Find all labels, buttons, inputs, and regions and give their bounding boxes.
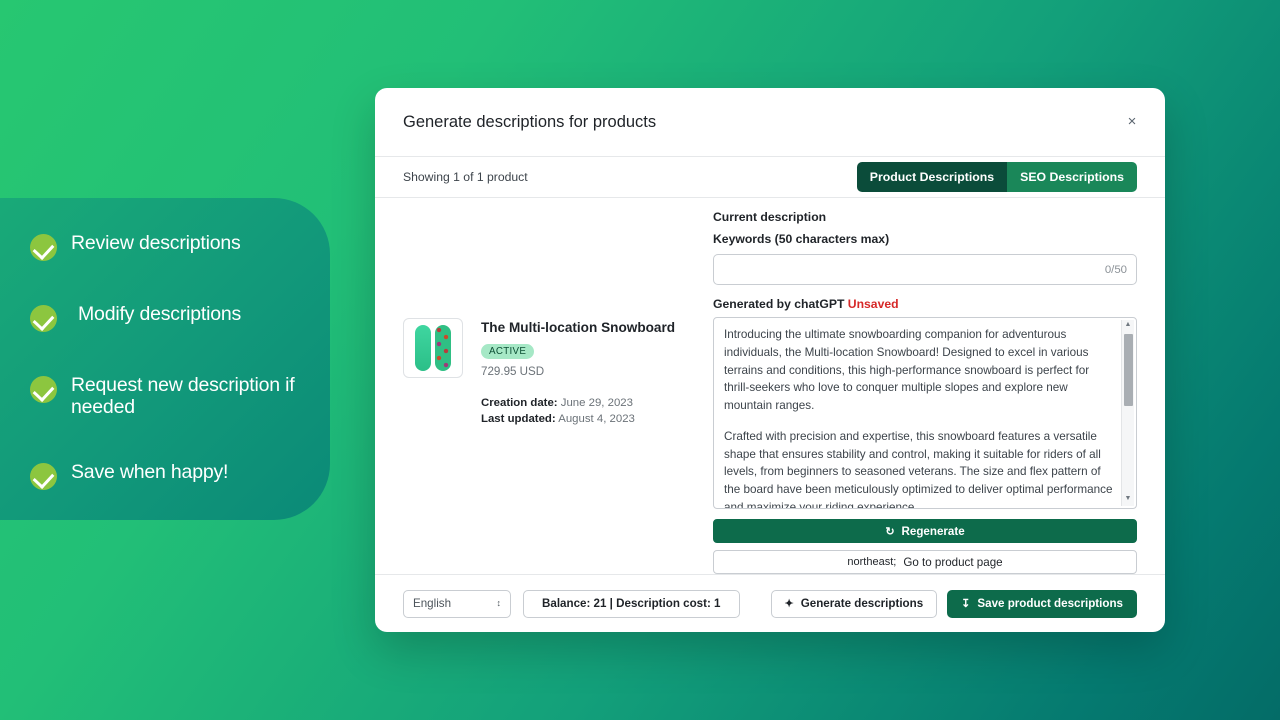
generated-by-row: Generated by chatGPT Unsaved xyxy=(713,297,1137,311)
feature-label: Request new description if needed xyxy=(71,373,295,419)
creation-date-row: Creation date: June 29, 2023 xyxy=(481,396,675,412)
chevron-updown-icon: ↕ xyxy=(496,598,502,608)
language-select[interactable]: English ↕ xyxy=(403,589,511,618)
download-icon: ↧ xyxy=(961,598,971,610)
keywords-label: Keywords (50 characters max) xyxy=(713,232,890,246)
description-paragraph: Introducing the ultimate snowboarding co… xyxy=(724,328,1090,413)
description-column: Current description Keywords (50 charact… xyxy=(703,210,1137,574)
description-scrollbar[interactable]: ▲ ▼ xyxy=(1121,320,1134,506)
check-circle-icon xyxy=(30,234,57,261)
list-item: Request new description if needed xyxy=(0,374,300,420)
product-price: 729.95 USD xyxy=(481,365,545,378)
product-info: The Multi-location Snowboard ACTIVE 729.… xyxy=(463,318,675,427)
generate-descriptions-modal: Generate descriptions for products × Sho… xyxy=(375,88,1165,632)
last-updated-value: August 4, 2023 xyxy=(558,412,635,425)
go-to-product-page-button[interactable]: northeast; Go to product page xyxy=(713,550,1137,574)
footer-right-group: ✦ Generate descriptions ↧ Save product d… xyxy=(770,589,1137,618)
refresh-icon: ↻ xyxy=(885,525,895,538)
modal-header: Generate descriptions for products × xyxy=(375,88,1165,156)
page-title: Generate descriptions for products xyxy=(403,112,657,131)
snowboard-pattern-icon xyxy=(435,325,451,371)
modal-footer: English ↕ Balance: 21 | Description cost… xyxy=(375,574,1165,632)
creation-date-label: Creation date: xyxy=(481,397,558,409)
status-badge: ACTIVE xyxy=(481,344,535,359)
save-product-descriptions-button[interactable]: ↧ Save product descriptions xyxy=(947,589,1137,618)
tab-seo-descriptions[interactable]: SEO Descriptions xyxy=(1007,162,1137,192)
sparkle-icon: ✦ xyxy=(784,598,794,610)
balance-info: Balance: 21 | Description cost: 1 xyxy=(523,589,740,618)
regenerate-button[interactable]: ↻ Regenerate xyxy=(713,519,1137,543)
current-description-label: Current description xyxy=(713,210,827,224)
check-circle-icon xyxy=(30,304,57,332)
creation-date-value: June 29, 2023 xyxy=(560,397,633,409)
list-item: Review descriptions xyxy=(0,232,300,261)
feature-label: Review descriptions xyxy=(71,232,241,254)
feature-label: Save when happy! xyxy=(71,460,229,483)
snowboard-plain-icon xyxy=(415,325,431,371)
product-thumbnail[interactable] xyxy=(403,318,463,378)
regenerate-label: Regenerate xyxy=(901,524,965,538)
list-item: Modify descriptions xyxy=(0,303,300,332)
product-title: The Multi-location Snowboard xyxy=(481,320,676,335)
generate-label: Generate descriptions xyxy=(800,597,924,610)
last-updated-label: Last updated: xyxy=(481,412,556,425)
keywords-input[interactable] xyxy=(713,254,1137,285)
last-updated-row: Last updated: August 4, 2023 xyxy=(481,412,675,428)
generated-by-label: Generated by chatGPT xyxy=(713,297,845,311)
caret-up-icon[interactable]: ▲ xyxy=(1125,320,1132,332)
description-text: Introducing the ultimate snowboarding co… xyxy=(724,326,1114,509)
modal-subheader: Showing 1 of 1 product Product Descripti… xyxy=(375,156,1165,198)
product-column: The Multi-location Snowboard ACTIVE 729.… xyxy=(403,210,703,574)
footer-left-group: English ↕ Balance: 21 | Description cost… xyxy=(403,589,740,618)
showing-count-label: Showing 1 of 1 product xyxy=(403,170,528,184)
feature-checklist-panel: Review descriptions Modify descriptions … xyxy=(0,198,330,520)
generate-descriptions-button[interactable]: ✦ Generate descriptions xyxy=(770,589,938,618)
tab-group: Product Descriptions SEO Descriptions xyxy=(856,162,1137,192)
save-label: Save product descriptions xyxy=(977,597,1123,610)
close-icon[interactable]: × xyxy=(1121,111,1143,133)
list-item: Save when happy! xyxy=(0,461,300,490)
external-link-icon: northeast; xyxy=(847,556,897,568)
check-circle-icon xyxy=(30,375,57,403)
unsaved-status-badge: Unsaved xyxy=(847,297,899,311)
tab-product-descriptions[interactable]: Product Descriptions xyxy=(856,162,1008,192)
scrollbar-thumb[interactable] xyxy=(1123,334,1133,406)
goto-product-label: Go to product page xyxy=(903,555,1003,569)
check-circle-icon xyxy=(30,462,57,490)
modal-body: The Multi-location Snowboard ACTIVE 729.… xyxy=(375,198,1165,574)
keywords-field-wrapper: 0/50 xyxy=(713,254,1137,285)
description-paragraph: Crafted with precision and expertise, th… xyxy=(724,429,1113,509)
description-textarea[interactable]: Introducing the ultimate snowboarding co… xyxy=(713,317,1137,509)
language-value: English xyxy=(413,597,452,610)
caret-down-icon[interactable]: ▼ xyxy=(1125,494,1132,506)
feature-label: Modify descriptions xyxy=(78,302,242,325)
